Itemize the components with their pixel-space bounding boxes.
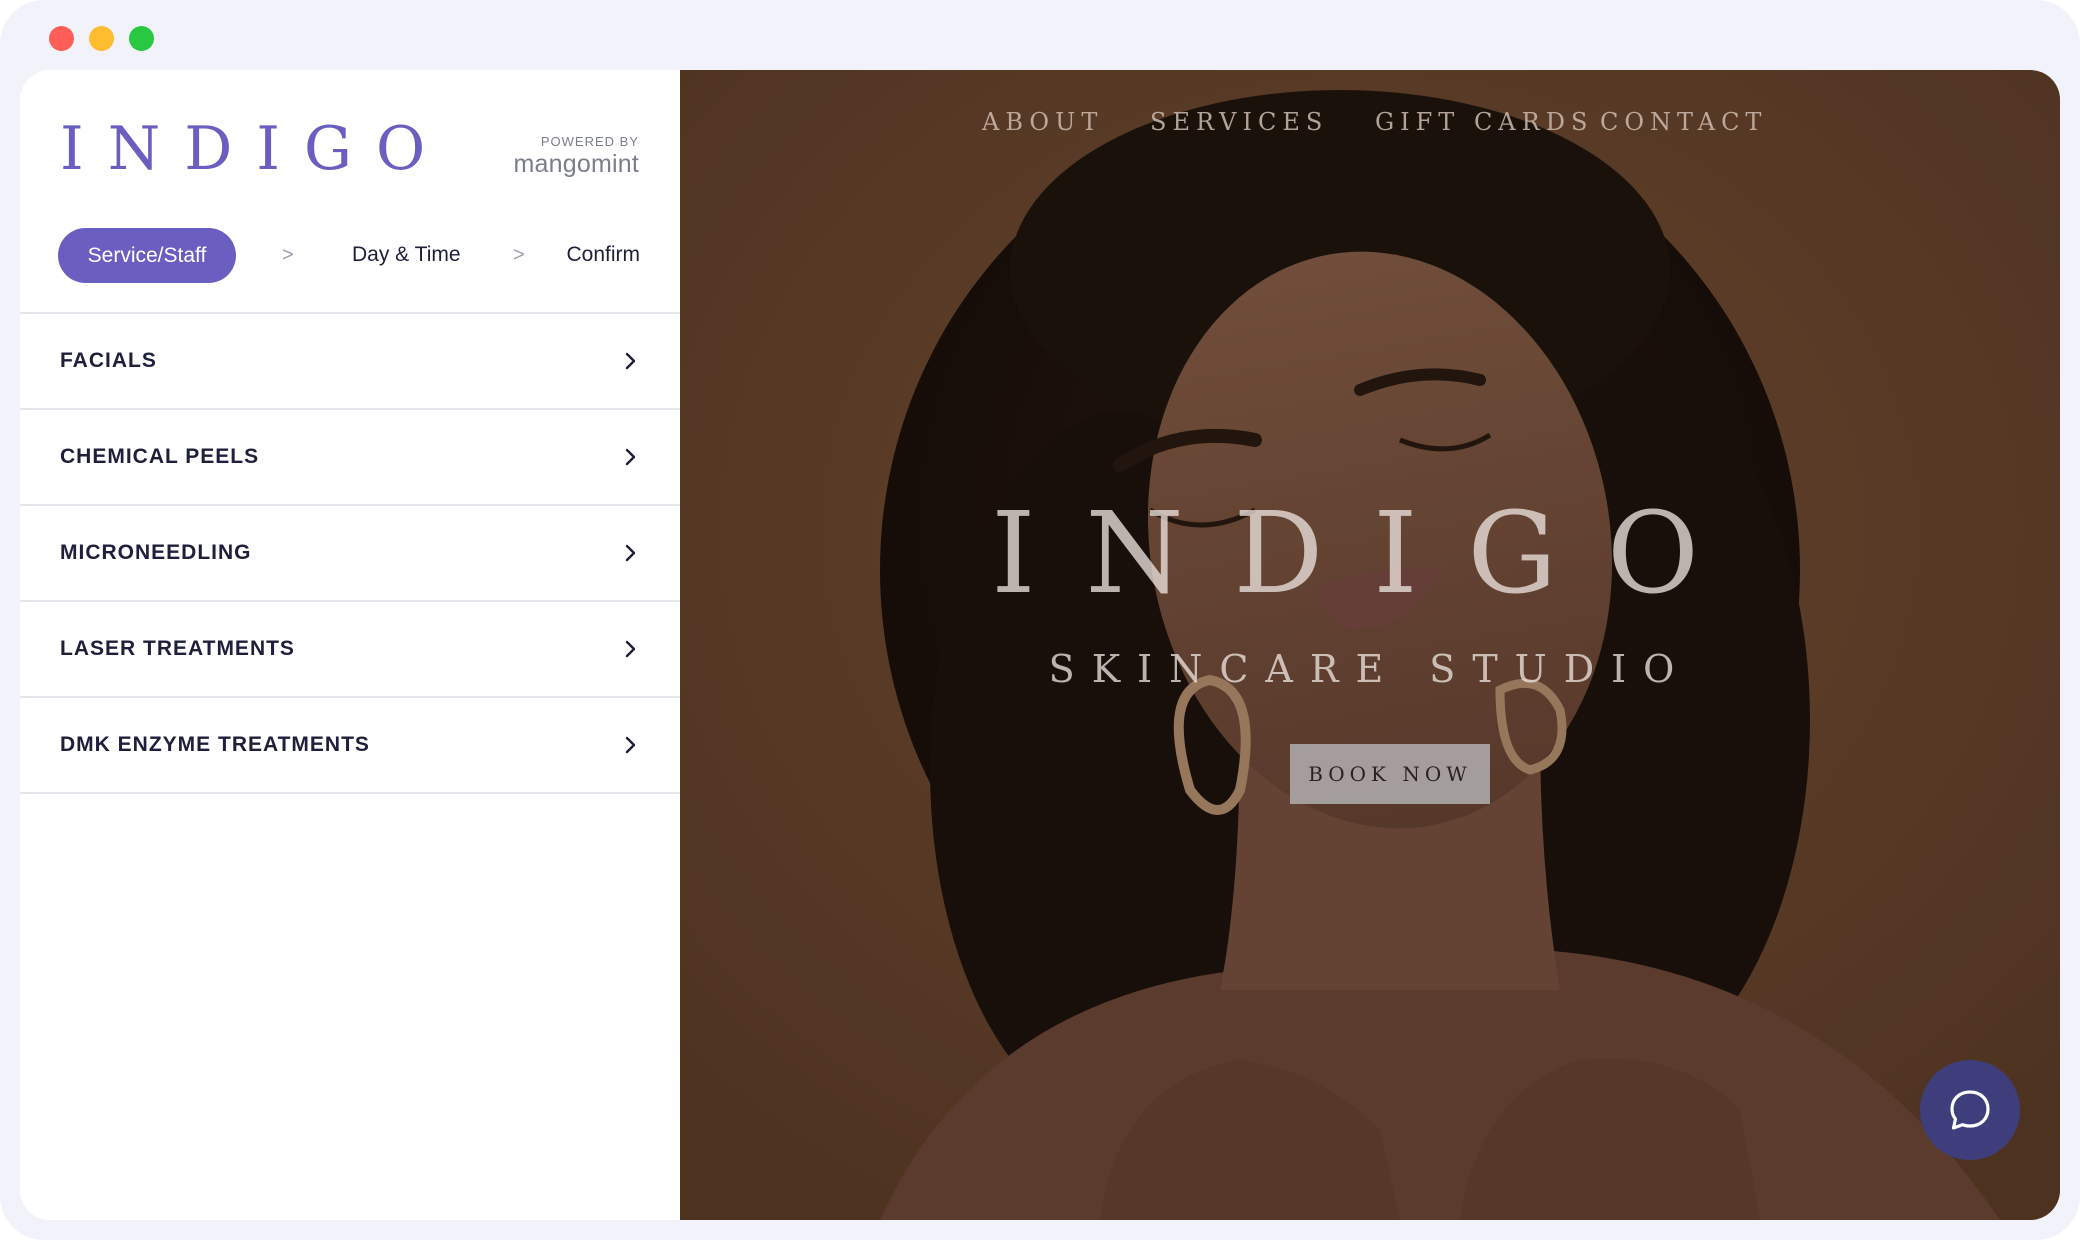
category-label: CHEMICAL PEELS	[60, 445, 260, 468]
mangomint-logo: mangomint	[513, 150, 639, 178]
hero-photo	[680, 70, 2060, 1220]
chevron-right-icon	[625, 544, 636, 562]
hero-section: ABOUT SERVICES GIFT CARDS CONTACT INDIGO…	[680, 70, 2060, 1220]
window-controls	[49, 26, 154, 51]
powered-by: POWERED BY mangomint	[514, 134, 639, 179]
category-label: MICRONEEDLING	[60, 541, 252, 564]
minimize-icon[interactable]	[89, 26, 114, 51]
maximize-icon[interactable]	[129, 26, 154, 51]
category-facials[interactable]: FACIALS	[20, 314, 680, 410]
booking-steps: Service/Staff > Day & Time > Confirm	[58, 228, 640, 284]
nav-contact[interactable]: CONTACT	[1600, 108, 1767, 136]
category-microneedling[interactable]: MICRONEEDLING	[20, 506, 680, 602]
chat-bubble-icon	[1950, 1090, 1990, 1130]
chevron-right-icon	[625, 640, 636, 658]
browser-window: INDIGO POWERED BY mangomint Service/Staf…	[0, 0, 2080, 1240]
chevron-right-icon	[625, 448, 636, 466]
nav-services[interactable]: SERVICES	[1150, 108, 1328, 136]
nav-about[interactable]: ABOUT	[982, 108, 1103, 136]
service-category-list: FACIALS CHEMICAL PEELS MICRONEEDLING LAS…	[20, 312, 680, 794]
close-icon[interactable]	[49, 26, 74, 51]
nav-gift-cards[interactable]: GIFT CARDS	[1375, 108, 1593, 136]
powered-by-label: POWERED BY	[540, 134, 639, 149]
chevron-right-icon	[625, 736, 636, 754]
category-chemical-peels[interactable]: CHEMICAL PEELS	[20, 410, 680, 506]
step-separator: >	[513, 244, 525, 266]
site-nav: ABOUT SERVICES GIFT CARDS CONTACT	[680, 108, 2060, 148]
step-service-staff[interactable]: Service/Staff	[58, 228, 236, 283]
hero-subtitle: SKINCARE STUDIO	[1048, 647, 1692, 691]
step-confirm[interactable]: Confirm	[566, 243, 640, 267]
book-now-button[interactable]: BOOK NOW	[1290, 744, 1490, 804]
hero-title: INDIGO	[991, 489, 1749, 619]
category-laser-treatments[interactable]: LASER TREATMENTS	[20, 602, 680, 698]
page-content: INDIGO POWERED BY mangomint Service/Staf…	[20, 70, 2060, 1220]
step-day-time[interactable]: Day & Time	[352, 243, 461, 267]
category-dmk-enzyme-treatments[interactable]: DMK ENZYME TREATMENTS	[20, 698, 680, 794]
category-label: DMK ENZYME TREATMENTS	[60, 733, 370, 756]
chevron-right-icon	[625, 352, 636, 370]
chat-button[interactable]	[1920, 1060, 2020, 1160]
category-label: LASER TREATMENTS	[60, 637, 295, 660]
category-label: FACIALS	[60, 349, 157, 372]
brand-logo: INDIGO	[60, 114, 450, 184]
booking-panel: INDIGO POWERED BY mangomint Service/Staf…	[20, 70, 680, 1220]
step-separator: >	[282, 244, 294, 266]
